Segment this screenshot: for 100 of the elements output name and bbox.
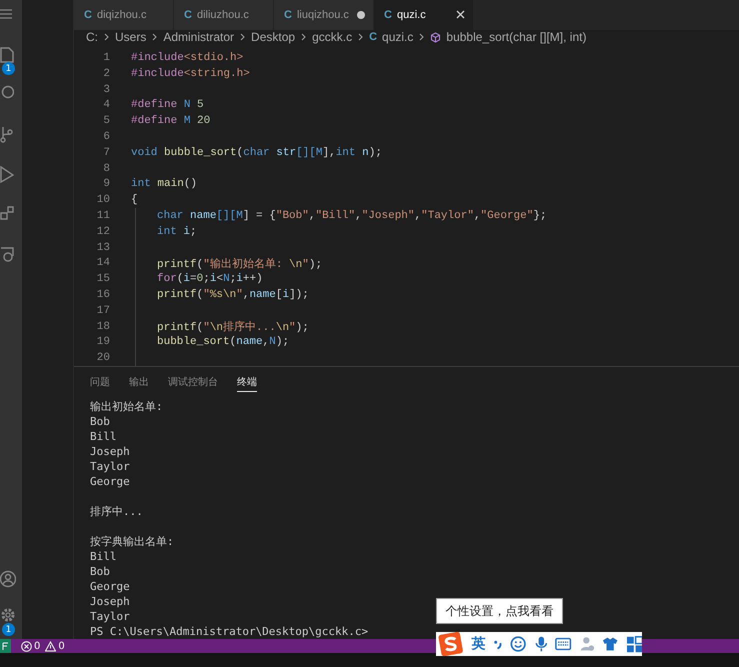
c-file-icon: C xyxy=(284,8,292,21)
code-line: #include<string.h> xyxy=(131,68,250,80)
tab-label: diliuzhou.c xyxy=(196,8,249,21)
menu-icon[interactable] xyxy=(0,9,12,19)
breadcrumb-item[interactable]: gcckk.c xyxy=(312,30,352,44)
editor-tab[interactable]: C liuqizhou.c xyxy=(274,0,374,30)
chevron-icon xyxy=(419,33,424,42)
line-number: 10 xyxy=(96,194,110,206)
terminal-line: George xyxy=(90,580,130,593)
chevron-icon xyxy=(358,33,364,42)
editor-tab[interactable]: C diliuzhou.c xyxy=(174,0,274,30)
code-line: printf("\n排序中...\n"); xyxy=(157,320,309,334)
warning-icon[interactable] xyxy=(45,640,56,652)
tooltip: 个性设置，点我看看 xyxy=(436,598,563,624)
code-line: #define N 5 xyxy=(131,99,204,112)
language-toggle[interactable]: 英 xyxy=(471,635,486,653)
editor-tab[interactable]: C diqizhou.c xyxy=(74,0,174,30)
line-number: 5 xyxy=(102,115,110,128)
account-icon[interactable] xyxy=(0,570,16,588)
notification-badge: 1 xyxy=(2,623,15,636)
panel-tab[interactable]: 调试控制台 xyxy=(168,375,218,391)
code-line: { xyxy=(131,194,138,206)
ime-logo-icon[interactable] xyxy=(438,630,464,658)
line-number: 7 xyxy=(102,146,110,159)
notification-badge: 1 xyxy=(2,62,15,75)
terminal-line: PS C:\Users\Administrator\Desktop\gcckk.c> xyxy=(90,625,368,638)
chevron-icon xyxy=(240,33,246,42)
line-number: 12 xyxy=(96,226,110,238)
code-line: int main() xyxy=(131,178,198,190)
terminal-line: 排序中... xyxy=(90,505,143,518)
breadcrumb-item[interactable]: Desktop xyxy=(251,30,296,44)
branch-icon[interactable] xyxy=(0,125,14,143)
breadcrumb-item[interactable]: C: xyxy=(86,30,98,44)
terminal-line: 按字典输出名单: xyxy=(90,535,174,548)
microphone-icon[interactable] xyxy=(534,635,548,653)
line-number: 4 xyxy=(102,99,110,112)
line-number: 20 xyxy=(96,352,110,364)
shirt-icon[interactable] xyxy=(602,636,619,652)
terminal-line: Taylor xyxy=(90,610,130,623)
code-line: printf("输出初始名单: \n"); xyxy=(157,256,322,271)
files-icon[interactable] xyxy=(0,45,14,63)
line-number: 2 xyxy=(102,68,110,80)
tab-label: diqizhou.c xyxy=(96,8,146,21)
terminal-line: Bill xyxy=(90,550,116,563)
remote-indicator-icon[interactable] xyxy=(0,639,11,653)
panel-tab[interactable]: 输出 xyxy=(129,375,149,391)
terminal-line: Bill xyxy=(90,430,116,443)
cube-icon xyxy=(430,32,442,43)
line-number: 1 xyxy=(102,52,110,64)
line-number: 16 xyxy=(96,288,110,301)
terminal-line: Taylor xyxy=(90,460,130,473)
remote-icon[interactable] xyxy=(0,245,14,263)
tab-label: quzi.c xyxy=(396,8,426,21)
c-file-icon: C xyxy=(369,31,378,44)
warning-count[interactable]: 0 xyxy=(58,640,65,652)
code-line: printf("%s\n",name[i]); xyxy=(157,288,309,301)
line-number: 19 xyxy=(96,336,110,348)
code-line: int i; xyxy=(157,226,197,238)
line-number: 14 xyxy=(96,257,110,270)
breadcrumb-item[interactable]: quzi.c xyxy=(382,30,414,44)
terminal-line: Bob xyxy=(90,415,110,428)
line-number: 6 xyxy=(102,130,110,143)
chevron-icon xyxy=(104,33,109,42)
chevron-icon xyxy=(301,33,306,42)
run-icon[interactable] xyxy=(0,165,14,183)
code-line: bubble_sort(name,N); xyxy=(157,336,290,348)
line-number: 9 xyxy=(102,178,110,190)
line-number: 11 xyxy=(96,210,110,222)
terminal-line: Joseph xyxy=(90,595,130,608)
terminal-line: Bob xyxy=(90,565,110,578)
breadcrumb-item[interactable]: bubble_sort(char [][M], int) xyxy=(446,30,586,44)
line-number: 3 xyxy=(102,84,110,96)
keyboard-icon[interactable] xyxy=(555,637,572,651)
c-file-icon: C xyxy=(384,8,392,21)
code-line: void bubble_sort(char str[][M],int n); xyxy=(131,146,382,159)
close-icon[interactable] xyxy=(456,10,465,20)
settings-icon[interactable] xyxy=(0,606,16,624)
code-line: #include<stdio.h> xyxy=(131,52,244,64)
terminal-line: 输出初始名单: xyxy=(90,400,163,413)
terminal-line: Joseph xyxy=(90,445,130,458)
line-number: 17 xyxy=(96,304,110,317)
panel-tab[interactable]: 问题 xyxy=(90,375,110,391)
error-count[interactable]: 0 xyxy=(34,640,40,652)
c-file-icon: C xyxy=(184,8,192,21)
line-number: 13 xyxy=(96,242,110,254)
breadcrumb-item[interactable]: Administrator xyxy=(163,30,234,44)
grid-icon[interactable] xyxy=(626,636,642,652)
error-icon[interactable] xyxy=(21,640,32,652)
code-line: for(i=0;i<N;i++) xyxy=(157,273,263,286)
c-file-icon: C xyxy=(84,8,92,21)
chevron-icon xyxy=(152,33,158,42)
breadcrumb-item[interactable]: Users xyxy=(115,30,146,44)
smiley-icon[interactable] xyxy=(510,635,527,653)
code-line: #define M 20 xyxy=(131,115,210,128)
search-icon[interactable] xyxy=(0,85,14,101)
code-line: char name[][M] = {"Bob","Bill","Joseph","Taylor","George"}; xyxy=(157,210,547,222)
terminal-line: George xyxy=(90,475,130,488)
panel-tab[interactable]: 终端 xyxy=(237,375,257,392)
editor-tab[interactable]: C quzi.c xyxy=(374,0,474,30)
line-number: 8 xyxy=(102,162,110,175)
